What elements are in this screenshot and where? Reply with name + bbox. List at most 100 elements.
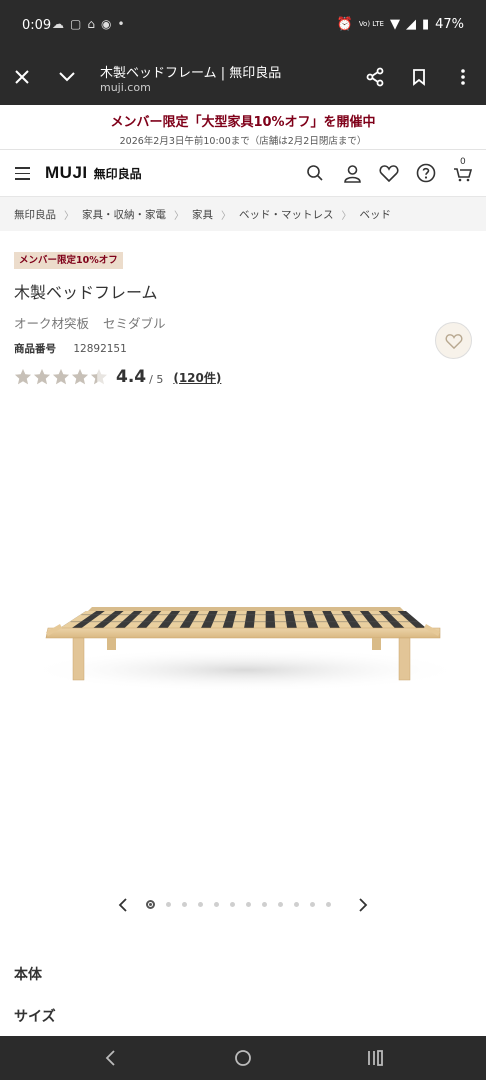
muji-logo[interactable]: MUJI 無印良品 bbox=[45, 163, 142, 183]
rating-stars bbox=[14, 368, 108, 386]
cart-button[interactable]: 0 bbox=[452, 157, 474, 184]
carousel-dot[interactable] bbox=[262, 902, 267, 907]
share-icon bbox=[366, 67, 384, 87]
more-menu-button[interactable] bbox=[450, 64, 476, 90]
section-body[interactable]: 本体 bbox=[14, 964, 42, 984]
chevron-right-icon: 〉 bbox=[174, 210, 184, 222]
product-code: 商品番号 12892151 bbox=[14, 341, 127, 356]
carousel-dot[interactable] bbox=[214, 902, 219, 907]
recents-button[interactable] bbox=[364, 1047, 386, 1069]
add-favorite-button[interactable] bbox=[435, 322, 472, 359]
bookmark-button[interactable] bbox=[406, 64, 432, 90]
account-button[interactable] bbox=[341, 162, 363, 184]
browser-toolbar: 木製ベッドフレーム | 無印良品 muji.com bbox=[0, 50, 486, 105]
chevron-right-icon: 〉 bbox=[64, 210, 74, 222]
next-image-button[interactable] bbox=[354, 897, 370, 913]
battery-percent: 47% bbox=[435, 17, 464, 32]
help-button[interactable] bbox=[415, 162, 437, 184]
search-icon bbox=[307, 165, 323, 181]
favorites-button[interactable] bbox=[378, 162, 400, 184]
home-icon: ⌂ bbox=[87, 17, 95, 31]
alarm-icon: ⏰ bbox=[336, 17, 353, 32]
document-icon: ▢ bbox=[70, 17, 82, 31]
breadcrumb-item[interactable]: 家具 bbox=[192, 207, 213, 222]
chevron-right-icon: 〉 bbox=[221, 210, 231, 222]
prev-image-button[interactable] bbox=[116, 897, 132, 913]
section-size[interactable]: サイズ bbox=[14, 1006, 56, 1026]
battery-icon: ▮ bbox=[421, 17, 430, 32]
page-title: 木製ベッドフレーム | 無印良品 bbox=[100, 66, 282, 81]
close-tab-button[interactable] bbox=[9, 64, 35, 90]
heart-icon bbox=[379, 165, 399, 182]
variant-material: オーク材突板 bbox=[14, 316, 90, 331]
rating-max: / 5 bbox=[149, 373, 164, 386]
product-variant: オーク材突板 セミダブル bbox=[14, 313, 166, 332]
chevron-right-icon: 〉 bbox=[341, 210, 352, 222]
header-icons: 0 bbox=[304, 157, 474, 184]
product-code-value: 12892151 bbox=[73, 343, 127, 355]
heart-icon bbox=[445, 333, 462, 349]
menu-icon[interactable] bbox=[15, 167, 30, 180]
wifi-icon: ▼ bbox=[389, 17, 400, 32]
star-icon bbox=[91, 369, 107, 385]
breadcrumb-item[interactable]: 家具・収納・家電 bbox=[82, 207, 166, 222]
site-header: MUJI 無印良品 0 bbox=[0, 150, 486, 197]
chevron-down-icon bbox=[59, 72, 75, 82]
signal-icon: ◢ bbox=[405, 17, 416, 32]
close-icon bbox=[15, 70, 29, 84]
bed-frame-image bbox=[25, 607, 465, 692]
variant-size: セミダブル bbox=[103, 316, 166, 331]
promo-headline: メンバー限定「大型家具10%オフ」を開催中 bbox=[110, 115, 376, 130]
dot-icon: • bbox=[117, 17, 125, 31]
image-carousel-controls bbox=[0, 893, 486, 917]
star-icon bbox=[53, 369, 69, 385]
breadcrumb: 無印良品 〉 家具・収納・家電 〉 家具 〉 ベッド・マットレス 〉 ベッド bbox=[0, 197, 486, 231]
back-button[interactable] bbox=[100, 1047, 122, 1069]
page-url[interactable]: muji.com bbox=[100, 81, 151, 94]
promo-banner[interactable]: メンバー限定「大型家具10%オフ」を開催中 2026年2月3日午前10:00まで… bbox=[0, 105, 486, 150]
status-time: 0:09 bbox=[22, 18, 52, 33]
carousel-dot[interactable] bbox=[294, 902, 299, 907]
logo-ja: 無印良品 bbox=[93, 167, 142, 181]
carousel-dot[interactable] bbox=[182, 902, 187, 907]
collapse-button[interactable] bbox=[54, 64, 80, 90]
review-count-link[interactable]: (120件) bbox=[173, 369, 221, 386]
carousel-dot[interactable] bbox=[166, 902, 171, 907]
member-discount-tag: メンバー限定10%オフ bbox=[14, 252, 123, 269]
home-button[interactable] bbox=[232, 1047, 254, 1069]
search-button[interactable] bbox=[304, 162, 326, 184]
breadcrumb-item[interactable]: ベッド bbox=[360, 207, 392, 222]
system-navigation-bar bbox=[0, 1036, 486, 1080]
star-icon bbox=[15, 369, 31, 385]
carousel-dot[interactable] bbox=[278, 902, 283, 907]
carousel-dot[interactable] bbox=[310, 902, 315, 907]
bookmark-icon bbox=[413, 69, 425, 86]
app-icon: ◉ bbox=[100, 17, 112, 31]
system-icons: ⏰ Vo) LTE ▼ ◢ ▮ 47% bbox=[337, 17, 464, 32]
carousel-dot[interactable] bbox=[326, 902, 331, 907]
promo-subtext: 2026年2月3日午前10:00まで（店舗は2月2日閉店まで） bbox=[119, 136, 367, 147]
bed-rail bbox=[70, 621, 418, 623]
logo-en: MUJI bbox=[45, 163, 88, 182]
product-image[interactable] bbox=[0, 400, 486, 880]
carousel-dot[interactable] bbox=[146, 900, 155, 909]
status-bar: 0:09 ☁ ▢ ⌂ ◉ • ⏰ Vo) LTE ▼ ◢ ▮ 47% bbox=[0, 0, 486, 50]
product-code-label: 商品番号 bbox=[14, 343, 56, 355]
rating-value: 4.4 bbox=[116, 367, 147, 387]
breadcrumb-item[interactable]: ベッド・マットレス bbox=[239, 207, 334, 222]
breadcrumb-item[interactable]: 無印良品 bbox=[14, 207, 56, 222]
carousel-dots bbox=[146, 900, 331, 909]
carousel-dot[interactable] bbox=[246, 902, 251, 907]
bed-rail bbox=[81, 614, 410, 616]
volte-icon: Vo) LTE bbox=[358, 20, 384, 28]
user-icon bbox=[343, 164, 361, 183]
carousel-dot[interactable] bbox=[230, 902, 235, 907]
star-icon bbox=[34, 369, 50, 385]
rating: 4.4 / 5 (120件) bbox=[14, 366, 221, 388]
carousel-dot[interactable] bbox=[198, 902, 203, 907]
star-icon bbox=[72, 369, 88, 385]
bed-slat bbox=[253, 611, 266, 628]
product-name: 木製ベッドフレーム bbox=[14, 283, 158, 302]
help-icon bbox=[416, 163, 436, 183]
share-button[interactable] bbox=[362, 64, 388, 90]
